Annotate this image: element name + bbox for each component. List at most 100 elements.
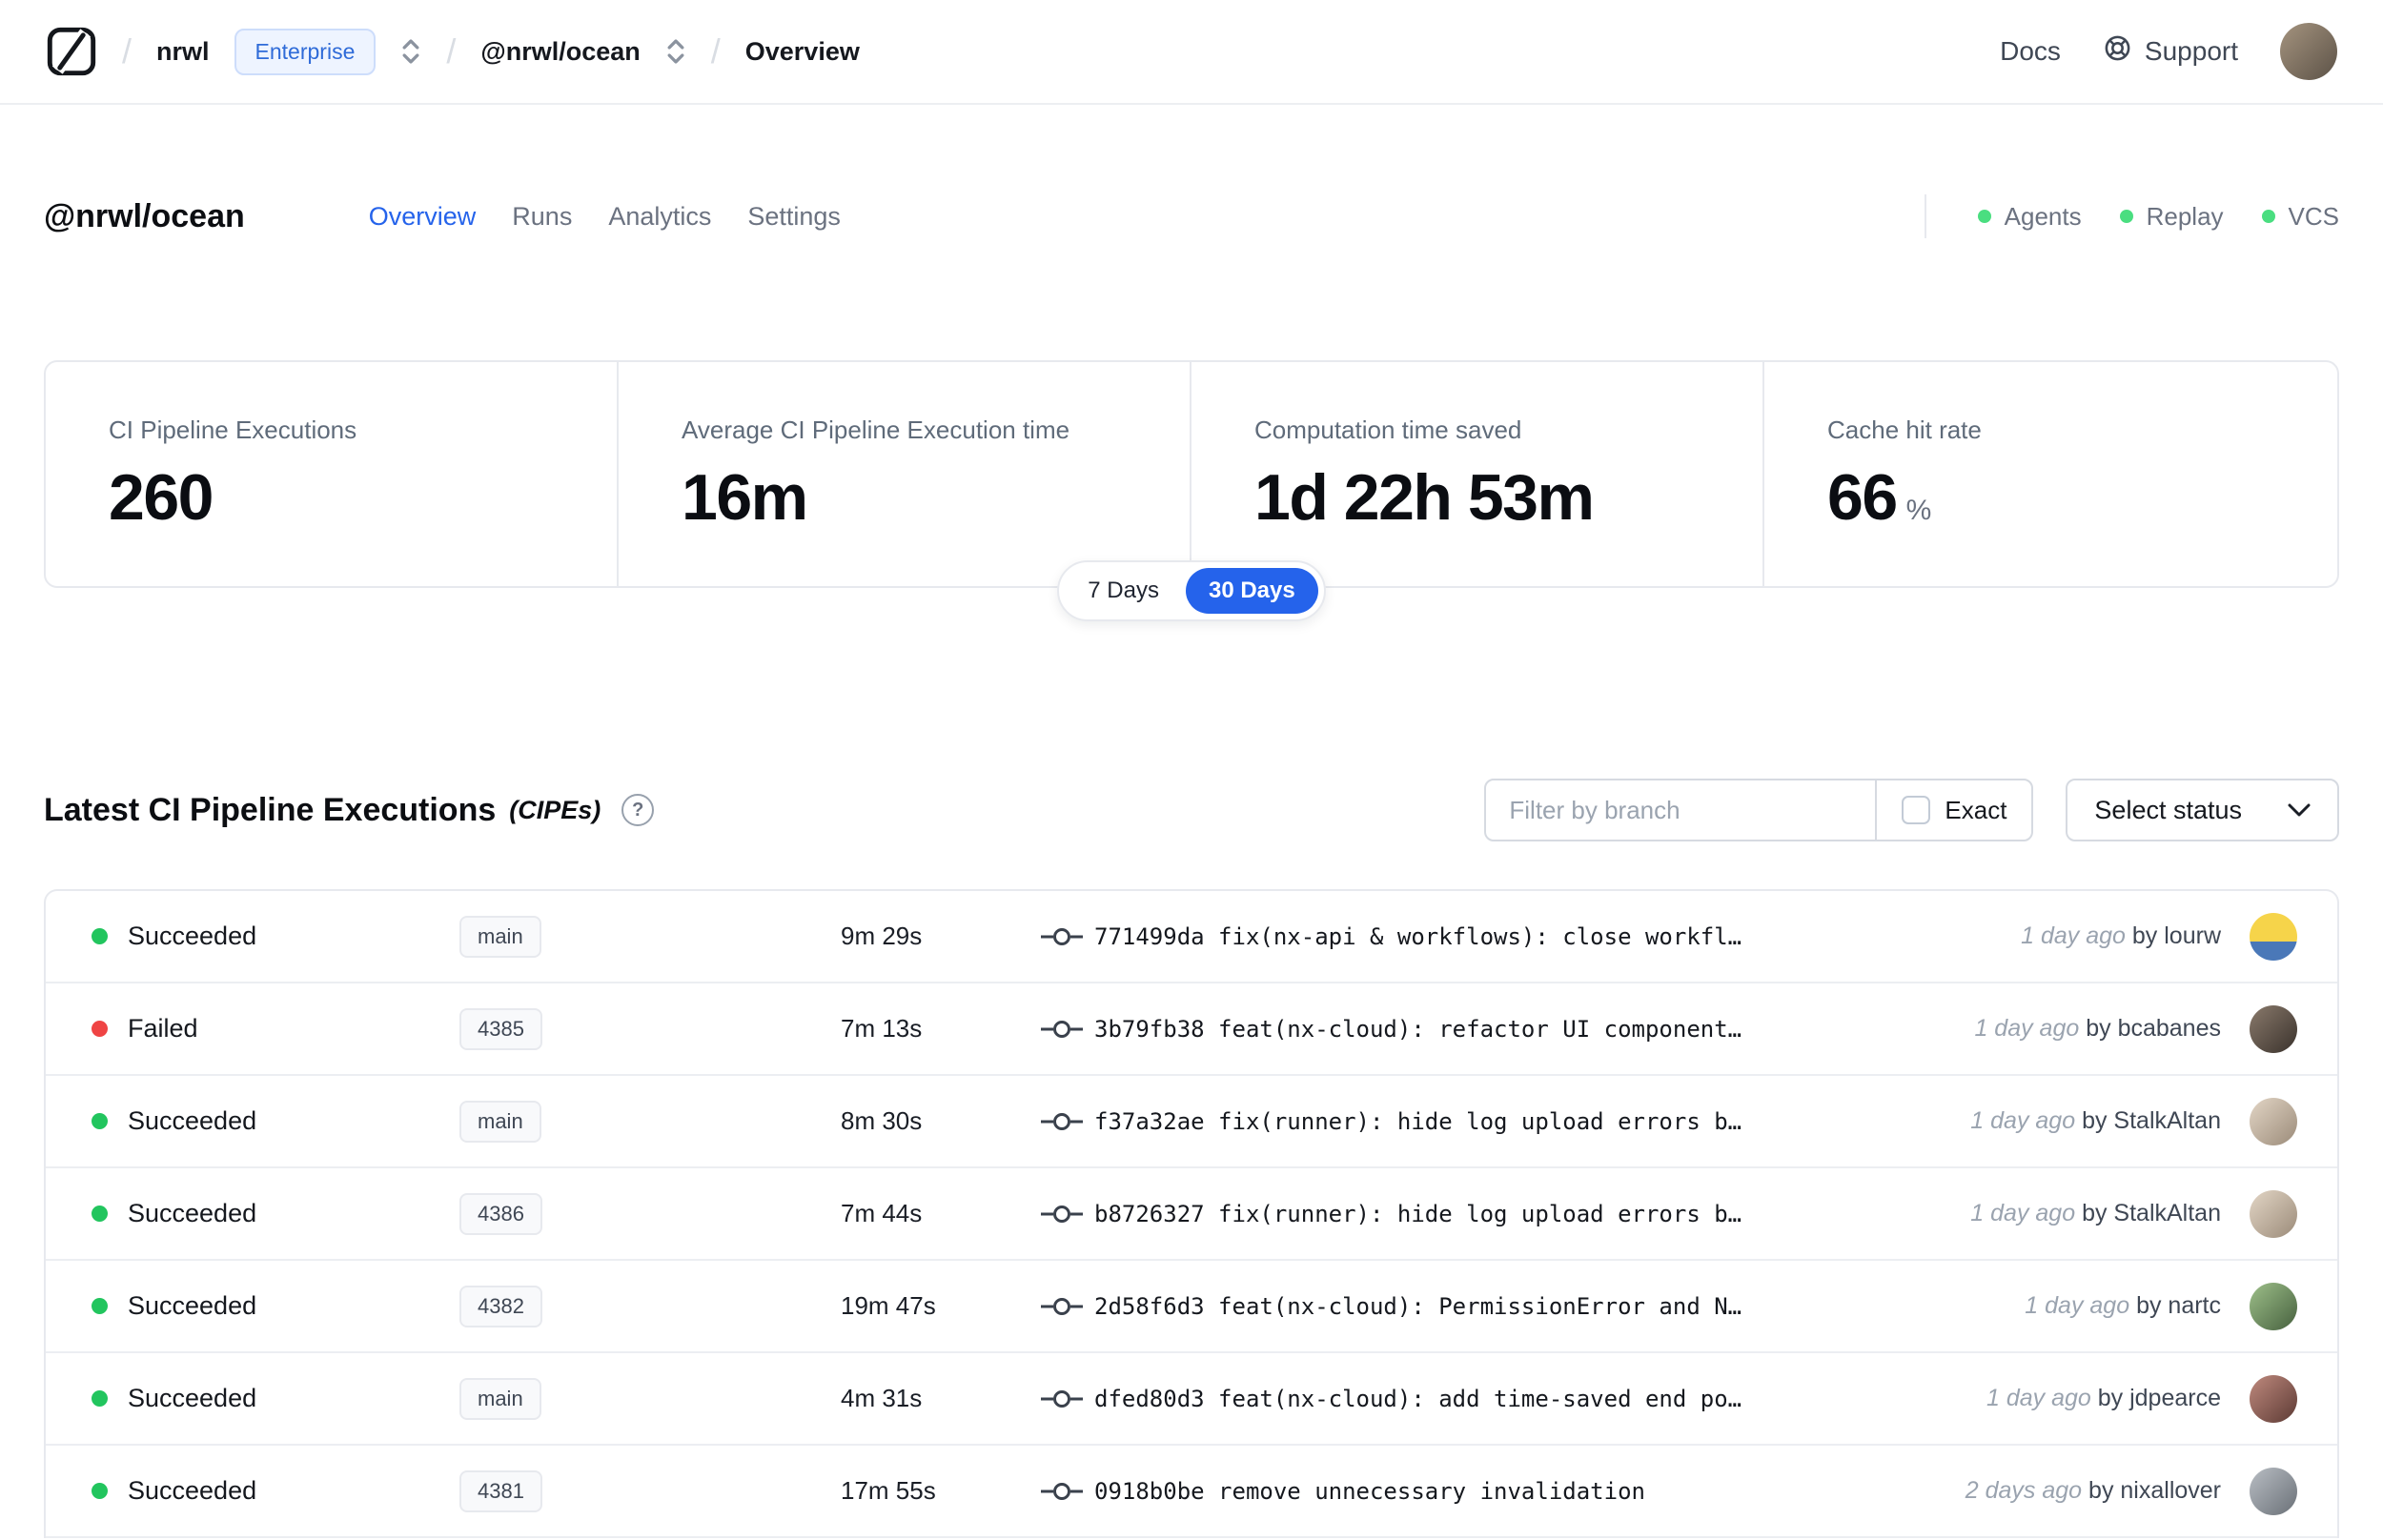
git-commit-icon — [1041, 1109, 1094, 1134]
status-replay[interactable]: Replay — [2119, 201, 2224, 232]
breadcrumb-page: Overview — [744, 36, 860, 66]
help-question-circle-icon[interactable]: ? — [621, 794, 655, 826]
author-avatar — [2250, 1189, 2297, 1238]
tab-analytics[interactable]: Analytics — [606, 196, 713, 237]
cipe-row[interactable]: Succeeded main 8m 30s f37a32ae fix(runne… — [46, 1076, 2337, 1168]
select-status-dropdown[interactable]: Select status — [2066, 779, 2339, 841]
green-dot-icon — [2119, 210, 2133, 223]
row-author: by jdpearce — [2097, 1385, 2221, 1411]
row-author: by bcabanes — [2086, 1015, 2221, 1042]
git-commit-icon — [1041, 1202, 1094, 1226]
breadcrumb-separator: / — [122, 31, 132, 71]
cipe-row[interactable]: Succeeded 4381 17m 55s 0918b0be remove u… — [46, 1446, 2337, 1538]
tab-settings[interactable]: Settings — [745, 196, 843, 237]
row-time: 2 days ago — [1965, 1477, 2083, 1504]
commit-message: 2d58f6d3 feat(nx-cloud): PermissionError… — [1094, 1292, 1742, 1320]
filter-branch-input[interactable] — [1484, 779, 1878, 841]
workspace-title: @nrwl/ocean — [44, 197, 245, 234]
row-time: 1 day ago — [1974, 1015, 2080, 1042]
status-dot-success-icon — [92, 1298, 108, 1314]
git-commit-icon — [1041, 1294, 1094, 1319]
range-option-7-days[interactable]: 7 Days — [1065, 568, 1182, 614]
author-avatar — [2250, 1467, 2297, 1515]
metric-value: 16m — [682, 461, 808, 534]
metric-value: 1d 22h 53m — [1254, 461, 1595, 534]
row-status: Succeeded — [128, 1384, 257, 1412]
status-replay-label: Replay — [2146, 201, 2224, 231]
metric-card-time-saved: Computation time saved 1d 22h 53m — [1192, 362, 1764, 586]
exact-checkbox[interactable] — [1902, 796, 1931, 824]
workspace-status-group: Agents Replay VCS — [1924, 194, 2339, 238]
workspace-header: @nrwl/ocean Overview Runs Analytics Sett… — [44, 192, 2339, 240]
navbar-right: Docs Support — [2000, 23, 2337, 80]
row-duration: 8m 30s — [841, 1106, 923, 1135]
cipe-section-title: Latest CI Pipeline Executions — [44, 791, 497, 828]
row-duration: 4m 31s — [841, 1384, 923, 1412]
author-avatar — [2250, 1374, 2297, 1423]
status-dot-success-icon — [92, 1483, 108, 1499]
status-vcs[interactable]: VCS — [2261, 202, 2339, 232]
row-status: Succeeded — [128, 1106, 257, 1135]
cipe-section-subtitle: (CIPEs) — [509, 795, 601, 824]
row-time: 1 day ago — [2025, 1292, 2130, 1319]
row-author: by StalkAltan — [2082, 1107, 2221, 1134]
range-option-30-days[interactable]: 30 Days — [1185, 568, 1318, 614]
metric-card-cache-hit-rate: Cache hit rate 66% — [1764, 362, 2337, 586]
status-dot-failed-icon — [92, 1021, 108, 1037]
status-agents[interactable]: Agents — [1977, 202, 2082, 232]
org-switcher-chevron-up-down-icon[interactable] — [400, 37, 421, 66]
nx-cloud-logo-icon[interactable] — [46, 26, 97, 77]
row-status: Succeeded — [128, 922, 257, 950]
row-status: Succeeded — [128, 1476, 257, 1505]
row-duration: 7m 44s — [841, 1199, 923, 1227]
support-link[interactable]: Support — [2103, 33, 2238, 70]
metric-card-avg-execution-time: Average CI Pipeline Execution time 16m — [619, 362, 1192, 586]
row-meta: 1 day ago by StalkAltan — [1970, 1200, 2242, 1227]
breadcrumb-separator: / — [710, 31, 721, 71]
cipe-row[interactable]: Succeeded main 9m 29s 771499da fix(nx-ap… — [46, 891, 2337, 983]
vertical-divider — [1924, 194, 1926, 238]
row-meta: 1 day ago by lourw — [2021, 922, 2242, 950]
git-commit-icon — [1041, 924, 1094, 949]
cipe-controls: Exact Select status — [1484, 779, 2339, 841]
cipe-table: Succeeded main 9m 29s 771499da fix(nx-ap… — [44, 889, 2339, 1538]
support-label: Support — [2144, 36, 2238, 66]
author-avatar — [2250, 1282, 2297, 1330]
lifebuoy-icon — [2103, 33, 2132, 70]
row-status: Succeeded — [128, 1199, 257, 1227]
top-navbar: / nrwl Enterprise / @nrwl/ocean / Overvi… — [0, 0, 2383, 105]
row-meta: 2 days ago by nixallover — [1965, 1477, 2242, 1505]
cipe-row[interactable]: Succeeded 4386 7m 44s b8726327 fix(runne… — [46, 1168, 2337, 1261]
green-dot-icon — [2261, 210, 2275, 223]
metric-cards: CI Pipeline Executions 260 Average CI Pi… — [44, 360, 2339, 588]
commit-message: 0918b0be remove unnecessary invalidation — [1094, 1477, 1645, 1505]
status-dot-success-icon — [92, 1206, 108, 1222]
cipe-row[interactable]: Succeeded main 4m 31s dfed80d3 feat(nx-c… — [46, 1353, 2337, 1446]
range-toggle-wrap: 7 Days 30 Days — [44, 560, 2339, 621]
git-commit-icon — [1041, 1017, 1094, 1042]
select-status-label: Select status — [2094, 795, 2242, 824]
row-meta: 1 day ago by StalkAltan — [1970, 1107, 2242, 1135]
cipe-row[interactable]: Succeeded 4382 19m 47s 2d58f6d3 feat(nx-… — [46, 1261, 2337, 1353]
row-duration: 17m 55s — [841, 1476, 936, 1505]
tab-overview[interactable]: Overview — [367, 196, 479, 237]
cipe-row[interactable]: Failed 4385 7m 13s 3b79fb38 feat(nx-clou… — [46, 983, 2337, 1076]
commit-message: b8726327 fix(runner): hide log upload er… — [1094, 1200, 1742, 1227]
docs-link[interactable]: Docs — [2000, 36, 2061, 67]
row-status: Failed — [128, 1014, 198, 1043]
breadcrumb-separator: / — [446, 31, 457, 71]
metric-value-number: 66 — [1827, 461, 1898, 534]
metric-card-ci-executions: CI Pipeline Executions 260 — [46, 362, 619, 586]
commit-message: dfed80d3 feat(nx-cloud): add time-saved … — [1094, 1385, 1742, 1412]
enterprise-badge: Enterprise — [234, 28, 377, 75]
git-commit-icon — [1041, 1387, 1094, 1411]
row-meta: 1 day ago by nartc — [2025, 1292, 2242, 1320]
branch-badge: 4386 — [459, 1192, 542, 1235]
row-time: 1 day ago — [2021, 922, 2126, 949]
metric-label: Cache hit rate — [1827, 415, 1982, 444]
tab-runs[interactable]: Runs — [510, 196, 574, 237]
workspace-switcher-chevron-up-down-icon[interactable] — [665, 37, 686, 66]
date-range-toggle: 7 Days 30 Days — [1057, 560, 1326, 621]
row-time: 1 day ago — [1986, 1385, 2091, 1411]
user-avatar[interactable] — [2280, 23, 2337, 80]
